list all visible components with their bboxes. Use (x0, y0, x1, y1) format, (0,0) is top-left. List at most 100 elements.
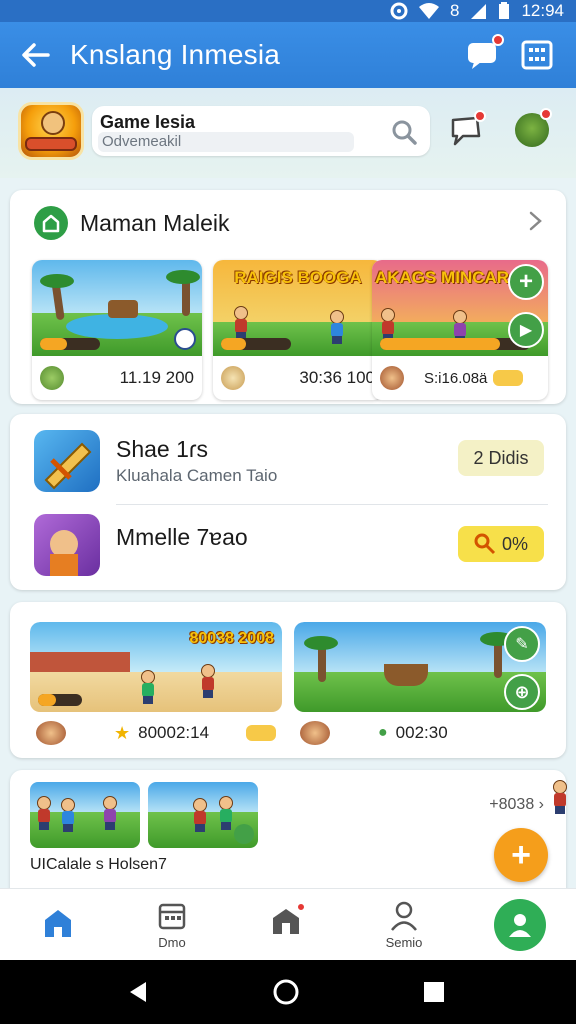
character-peek (548, 780, 576, 840)
game-logo[interactable] (18, 102, 84, 160)
status-badge[interactable]: 2 Didis (458, 440, 544, 476)
bottom-nav: Dmo Semio (0, 888, 576, 960)
game-progress (221, 338, 246, 350)
featured-section: Maman Maleik 11.19 200 RAIGIS BOOGA 30:3… (10, 190, 566, 404)
controller-button[interactable]: ⊕ (504, 674, 540, 710)
person-icon (391, 901, 417, 931)
app-icon (34, 514, 100, 576)
nav-home[interactable] (8, 889, 108, 961)
home-icon (45, 910, 71, 937)
coin-badge (493, 370, 524, 386)
event-banner: 80038 2008 (189, 630, 274, 647)
grid-icon (521, 40, 553, 70)
event-thumbnail: 80038 2008 (30, 622, 282, 712)
nav-label: Semio (385, 934, 423, 950)
item-subtitle: Kluahala Camen Taio (116, 466, 278, 485)
notification-dot (492, 34, 504, 46)
game-value: 11.19 200 (119, 368, 194, 387)
grid-menu-button[interactable] (510, 22, 564, 88)
nav-store[interactable] (236, 889, 336, 961)
featured-header[interactable]: Maman Maleik (34, 206, 230, 240)
events-section: 80038 2008 ★ 80002:14 ✎ ⊕ ● 002:30 (10, 602, 566, 758)
game-value: 30:36 100 (299, 368, 375, 387)
chevron-right-icon[interactable] (524, 210, 546, 232)
back-triangle-icon[interactable] (124, 978, 152, 1006)
game-card[interactable]: 11.19 200 (32, 260, 202, 400)
item-name: Shae 1ɾs (116, 436, 209, 462)
home-circle-icon[interactable] (272, 978, 300, 1006)
app-bar: Knslang Inmesia (0, 22, 576, 88)
event-card[interactable]: 80038 2008 ★ 80002:14 (30, 622, 282, 756)
notification-dot (296, 901, 306, 912)
game-card[interactable]: RAIGIS BOOGA 30:36 100 (213, 260, 383, 400)
more-thumbnail[interactable] (30, 782, 140, 848)
leaf-icon: ● (378, 724, 388, 741)
search-placeholder: Odvemeakil (98, 132, 354, 152)
event-value: 002:30 (395, 723, 448, 742)
item-name: Mmelle 7ɐao (116, 524, 248, 550)
more-section: +8038 › UICalale s Holsen7 (10, 770, 566, 900)
app-list-section: Shae 1ɾs Kluahala Camen Taio 2 Didis Mme… (10, 414, 566, 590)
notification-dot (474, 110, 486, 122)
notification-dot (540, 108, 552, 120)
battery-icon (499, 2, 510, 19)
game-banner: AKAGS MINCAR (374, 268, 510, 287)
progress-badge[interactable]: 0% (458, 526, 544, 562)
game-card[interactable]: AKAGS MINCAR + ▶ S:i16.08ä (372, 260, 548, 400)
sync-icon (390, 2, 408, 20)
game-thumbnail: AKAGS MINCAR + ▶ (372, 260, 548, 356)
recents-square-icon[interactable] (420, 978, 448, 1006)
signal-icon (471, 4, 487, 19)
game-progress (380, 338, 500, 350)
profile-avatar-button[interactable] (512, 108, 552, 150)
app-icon (34, 430, 100, 492)
event-card[interactable]: ✎ ⊕ ● 002:30 (294, 622, 546, 756)
status-bar: 8 12:94 (0, 0, 576, 22)
add-fab-button[interactable]: + (494, 828, 548, 882)
edit-button[interactable]: ✎ (504, 626, 540, 662)
nav-calendar[interactable]: Dmo (122, 889, 222, 961)
more-count[interactable]: +8038 › (489, 796, 544, 814)
coin-badge (246, 725, 276, 741)
back-button[interactable] (0, 22, 70, 88)
key-icon (474, 533, 496, 555)
game-progress (40, 338, 67, 350)
featured-title: Maman Maleik (80, 209, 230, 236)
account-button[interactable] (494, 899, 546, 951)
game-mini-icon (221, 366, 245, 390)
chevron-right-icon: › (538, 796, 544, 813)
event-value: 80002:14 (138, 723, 210, 742)
game-mini-icon (40, 366, 64, 390)
more-caption: UICalale s Holsen7 (30, 856, 167, 873)
game-thumbnail (32, 260, 202, 356)
list-item[interactable]: Mmelle 7ɐao 0% (10, 504, 566, 590)
nav-profile[interactable]: Semio (354, 889, 454, 961)
play-button[interactable]: ▶ (508, 312, 544, 348)
more-count-text: +8038 (489, 796, 535, 813)
more-thumbnail[interactable] (148, 782, 258, 848)
event-mini-icon (300, 721, 330, 745)
game-thumbnail: RAIGIS BOOGA (213, 260, 383, 356)
add-button[interactable]: + (508, 264, 544, 300)
home-icon (34, 206, 68, 240)
signal-text: 8 (449, 1, 460, 20)
calendar-icon (158, 903, 186, 929)
event-mini-icon (36, 721, 66, 745)
game-mini-icon (380, 366, 404, 390)
nav-label: Dmo (158, 934, 186, 950)
chat-button[interactable] (456, 22, 510, 88)
list-item[interactable]: Shae 1ɾs Kluahala Camen Taio 2 Didis (10, 414, 566, 500)
message-button[interactable] (446, 110, 486, 150)
game-value: S:i16.08ä (424, 369, 488, 387)
arrow-left-icon (22, 43, 50, 67)
clock: 12:94 (521, 1, 564, 20)
event-thumbnail: ✎ ⊕ (294, 622, 546, 712)
page-title: Knslang Inmesia (70, 39, 281, 70)
game-banner: RAIGIS BOOGA (234, 268, 362, 287)
search-icon[interactable] (390, 118, 418, 146)
search-input[interactable]: Game Ɩesia Odvemeakil (92, 106, 430, 156)
account-icon (509, 914, 531, 937)
search-title: Game Ɩesia (100, 112, 196, 132)
badge-value: 0% (501, 533, 528, 554)
search-header: Game Ɩesia Odvemeakil (0, 88, 576, 178)
